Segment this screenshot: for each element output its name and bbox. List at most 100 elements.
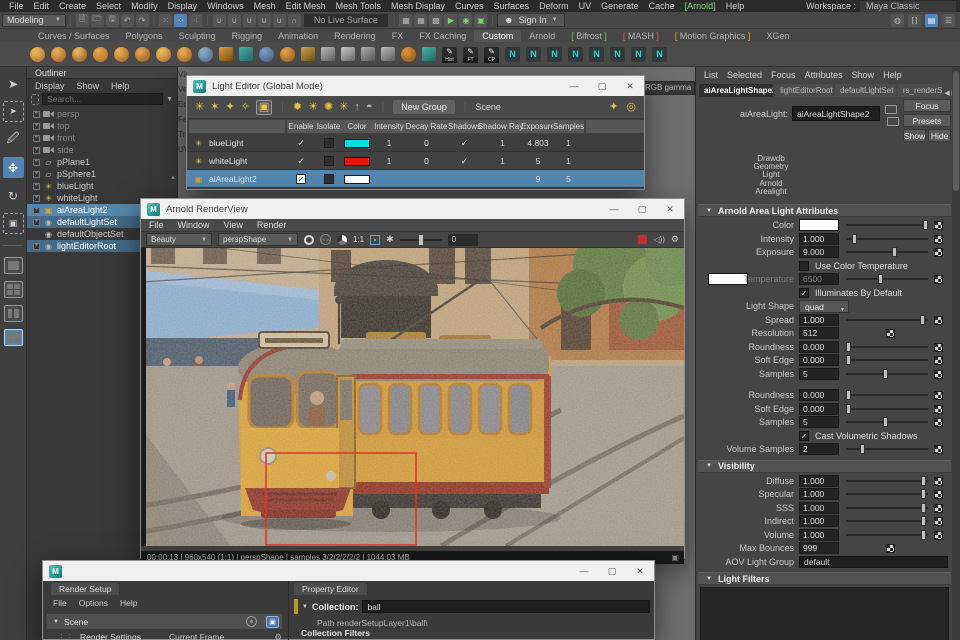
menu-help[interactable]: Help (721, 1, 750, 11)
directional-light-icon[interactable]: ✶ (210, 101, 219, 114)
layout-two-pane-button[interactable] (4, 305, 23, 322)
render-image[interactable] (141, 248, 684, 546)
color-cell[interactable] (342, 134, 372, 152)
redo-icon[interactable]: ↷ (136, 14, 149, 27)
dropdown-light-shape[interactable]: quad▼ (799, 300, 849, 313)
collection-name-field[interactable]: ball (362, 600, 650, 613)
aov-dropdown[interactable]: Beauty▼ (146, 233, 212, 246)
renderview-menu-window[interactable]: Window (178, 220, 210, 230)
sign-in-button[interactable]: ☻ Sign In ▼ (497, 13, 564, 27)
ae-menu-focus[interactable]: Focus (771, 70, 796, 80)
chevron-down-icon[interactable]: ▼ (166, 96, 173, 103)
field-temperature[interactable]: 6500 (799, 273, 839, 285)
renderview-menu-view[interactable]: View (224, 220, 243, 230)
ae-menu-help[interactable]: Help (883, 70, 902, 80)
open-scene-icon[interactable]: 🗁 (91, 14, 104, 27)
slider-handle[interactable] (846, 404, 851, 414)
outliner-item-side[interactable]: +side (27, 144, 177, 156)
shelf-mash-hist-icon[interactable]: ✎Hist (442, 47, 457, 62)
snapshot-icon[interactable] (304, 235, 314, 245)
expand-icon[interactable]: + (33, 219, 40, 226)
slider-soft-edge[interactable] (846, 408, 928, 410)
slider-value-field[interactable]: 0 (448, 234, 478, 246)
render-setup-titlebar[interactable]: M — ▢ ✕ (43, 561, 654, 581)
renderview-menu-render[interactable]: Render (257, 220, 287, 230)
menu-display[interactable]: Display (163, 1, 203, 11)
field-sss[interactable]: 1.000 (799, 502, 839, 514)
slider-temperature[interactable] (846, 278, 928, 280)
checkbox-use-color-temperature[interactable] (799, 261, 809, 271)
isolate-cell[interactable] (315, 170, 342, 188)
layout-single-pane-button[interactable] (4, 257, 23, 274)
color-cell[interactable] (342, 152, 372, 170)
abort-render-icon[interactable] (638, 235, 647, 244)
new-group-button[interactable]: New Group (393, 100, 455, 114)
search-input[interactable] (42, 93, 163, 105)
slider-roundness[interactable] (846, 346, 928, 348)
tab-scroll-left-icon[interactable]: ◀ (944, 89, 949, 97)
texture-map-button[interactable] (934, 391, 943, 400)
maximize-button[interactable]: ▢ (588, 76, 616, 96)
outliner-item-bluelight[interactable]: +✳blueLight (27, 180, 177, 192)
shadows-cell[interactable]: ✓ (447, 134, 482, 152)
render-icon[interactable]: ▶ (444, 14, 457, 27)
intensity-cell[interactable] (372, 170, 406, 188)
slider-handle[interactable] (892, 247, 897, 257)
presets-button[interactable]: Presets (903, 114, 951, 127)
symmetry-icon[interactable]: ⁅⁆ (908, 14, 921, 27)
shelf-tab-arnold[interactable]: Arnold (521, 30, 563, 42)
shelf-mash-network-icon[interactable]: N (589, 47, 604, 62)
shadows-cell[interactable]: ✓ (447, 152, 482, 170)
column-header-samples[interactable]: Samples (553, 120, 584, 133)
enable-cell[interactable]: ✓ (287, 170, 315, 188)
select-hierarchy-icon[interactable]: ⁙ (159, 14, 172, 27)
slider-handle[interactable] (860, 444, 865, 454)
slider-handle[interactable] (883, 369, 888, 379)
outliner-item-pplane1[interactable]: +▱pPlane1 (27, 156, 177, 168)
slider-handle[interactable] (921, 476, 926, 486)
field-resolution[interactable]: 512 (799, 327, 839, 339)
rays-cell[interactable]: 1 (482, 152, 523, 170)
column-header-shadows[interactable]: Shadows (447, 120, 482, 133)
region-render-icon[interactable] (370, 235, 380, 245)
shelf-tab-polygons[interactable]: Polygons (118, 30, 171, 42)
close-button[interactable]: ✕ (616, 76, 644, 96)
field-samples[interactable]: 5 (799, 416, 839, 428)
filter-icon[interactable] (31, 94, 39, 105)
shelf-tab-sculpting[interactable]: Sculpting (171, 30, 224, 42)
zoom-ratio[interactable]: 1:1 (353, 235, 364, 244)
drag-handle-icon[interactable]: ⋮⋮ (57, 632, 74, 640)
color-cell[interactable] (342, 170, 372, 188)
focus-button[interactable]: Focus (903, 99, 951, 112)
scrollbar-thumb[interactable] (953, 71, 959, 191)
texture-map-button[interactable] (934, 477, 943, 486)
select-component-icon[interactable]: ⁖ (189, 14, 202, 27)
ipr-render-icon[interactable]: ◉ (459, 14, 472, 27)
snap-view-icon[interactable]: ∪ (273, 14, 286, 27)
shelf-tab-curves-surfaces[interactable]: Curves / Surfaces (30, 30, 118, 42)
intensity-cell[interactable]: 1 (372, 152, 406, 170)
exposure-cell[interactable]: 4.803 (523, 134, 553, 152)
slider-handle[interactable] (846, 355, 851, 365)
new-scene-icon[interactable]: 🗎 (76, 14, 89, 27)
field-roundness[interactable]: 0.000 (799, 389, 839, 401)
slider-handle[interactable] (920, 315, 925, 325)
color-swatch-color[interactable] (799, 219, 839, 231)
column-header-intensity[interactable]: Intensity (372, 120, 406, 133)
expand-icon[interactable]: + (33, 207, 40, 214)
workspace-selector[interactable]: Maya Classic (860, 1, 956, 12)
snap-curve-icon[interactable]: ∪ (228, 14, 241, 27)
shelf-arrow-icon[interactable] (401, 47, 416, 62)
tab-lighteditorroot[interactable]: lightEditorRoot (775, 84, 833, 97)
glow-light-icon[interactable]: ✳ (339, 101, 348, 114)
texture-map-button[interactable] (934, 275, 943, 284)
shelf-mash-network-icon[interactable]: N (610, 47, 625, 62)
shelf-mash-network-icon[interactable]: N (526, 47, 541, 62)
shelf-poly-primitive-icon[interactable] (114, 47, 129, 62)
swap-output-icon[interactable] (887, 117, 899, 126)
menu-select[interactable]: Select (91, 1, 126, 11)
exposure-cell[interactable]: 9 (523, 170, 553, 188)
shelf-smooth-icon[interactable] (198, 47, 213, 62)
menu-cache[interactable]: Cache (644, 1, 680, 11)
shelf-grid-icon[interactable] (321, 47, 335, 61)
